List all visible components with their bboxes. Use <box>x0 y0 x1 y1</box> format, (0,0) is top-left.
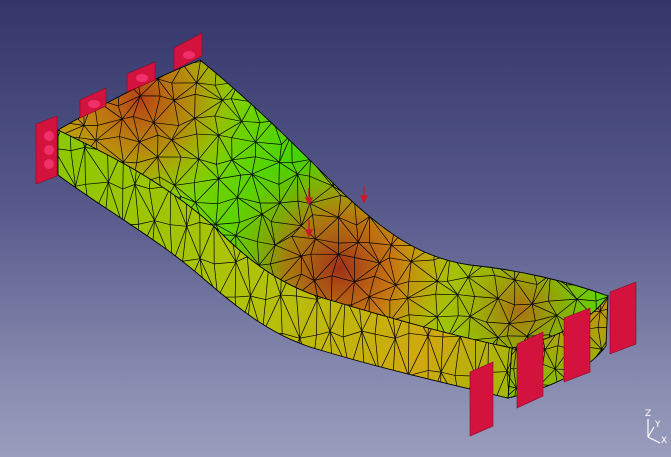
3d-viewport[interactable]: Z Y X <box>0 0 671 457</box>
constraint-marker <box>469 361 494 437</box>
axis-label-z: Z <box>645 409 651 419</box>
constraint-marker <box>609 281 637 355</box>
constraint-marker <box>35 115 58 185</box>
axis-label-y: Y <box>654 420 661 430</box>
constraint-marker <box>516 331 544 409</box>
fem-result-scene[interactable] <box>0 0 671 457</box>
beam-top-face[interactable] <box>0 0 671 457</box>
axis-label-x: X <box>661 436 667 446</box>
axis-cross-icon: Z Y X <box>645 409 667 446</box>
constraint-marker <box>563 307 591 383</box>
